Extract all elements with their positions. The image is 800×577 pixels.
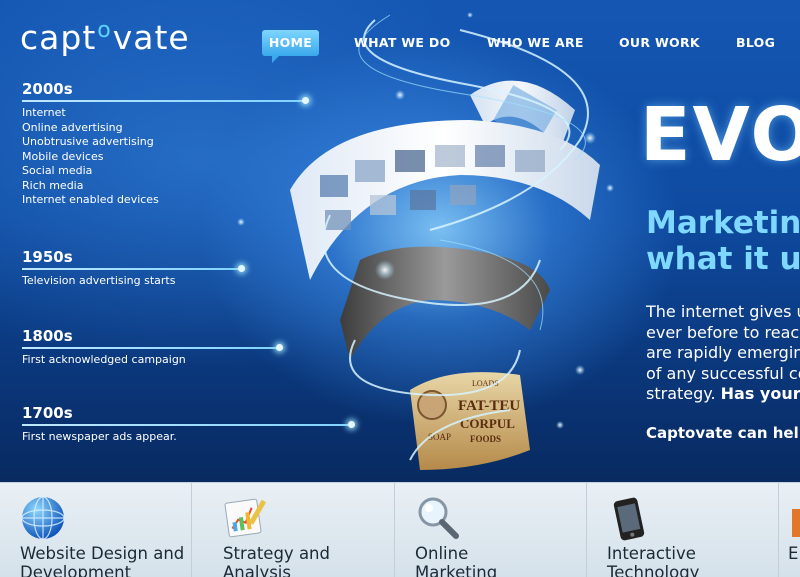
era-dot <box>302 97 309 104</box>
logo-text-o: o <box>97 18 112 43</box>
tagline-line: Marketing <box>646 205 800 241</box>
service-interactive-technology[interactable]: Interactive Technology <box>587 483 779 577</box>
body-line: The internet gives u <box>646 302 800 321</box>
era-dot <box>238 265 245 272</box>
era-line <box>22 100 304 102</box>
service-label: Online Marketing <box>415 544 497 577</box>
service-label-line: Technology <box>607 563 700 577</box>
nav-our-work[interactable]: OUR WORK <box>619 30 700 56</box>
service-partial[interactable]: E <box>779 483 800 577</box>
era-line <box>22 424 350 426</box>
nav-home[interactable]: HOME <box>262 30 319 63</box>
era-caption: Television advertising starts <box>22 274 176 287</box>
service-label-line: Interactive <box>607 544 696 563</box>
service-label-line: Online <box>415 544 469 563</box>
era-line <box>22 268 240 270</box>
sparkle <box>237 218 245 226</box>
sparkle <box>556 421 564 429</box>
era-year: 1950s <box>22 248 73 266</box>
body-line: strategy. Has your r <box>646 384 800 405</box>
era-item: Social media <box>22 164 93 177</box>
era-year: 1700s <box>22 404 73 422</box>
magnifier-icon <box>418 497 459 539</box>
service-label: E <box>788 544 798 563</box>
service-label: Interactive Technology <box>607 544 699 577</box>
era-item: Unobtrusive advertising <box>22 135 154 148</box>
sparkle <box>575 365 585 375</box>
era-item: Mobile devices <box>22 149 104 163</box>
hero-headline: EVOL <box>640 92 800 178</box>
service-strategy[interactable]: Strategy and Analysis <box>203 483 395 577</box>
nav-who-we-are[interactable]: WHO WE ARE <box>487 30 584 56</box>
era-caption: First acknowledged campaign <box>22 353 186 366</box>
service-label: Strategy and Analysis <box>223 544 330 577</box>
globe-icon <box>21 496 65 540</box>
ribbon-newspaper <box>340 246 550 360</box>
timeline-era-1950s: 1950s Television advertising starts <box>22 248 245 287</box>
body-line-text: strategy. <box>646 384 721 403</box>
timeline-era-1800s: 1800s First acknowledged campaign <box>22 327 283 366</box>
phone-icon <box>613 497 645 541</box>
sparkle <box>467 12 473 18</box>
era-year: 2000s <box>22 80 73 98</box>
era-item: Internet enabled devices <box>22 193 159 206</box>
service-label-line: E <box>788 544 799 563</box>
services-strip: Website Design and Development Strategy … <box>0 482 800 577</box>
logo-text-end: vate <box>112 18 190 57</box>
service-label-line: Marketing <box>415 563 498 577</box>
sparkle <box>606 184 614 192</box>
nav-what-we-do[interactable]: WHAT WE DO <box>354 30 451 56</box>
service-label-line: Website Design and <box>20 544 185 563</box>
body-line: of any successful co <box>646 363 800 383</box>
era-item-list: Internet Online advertising Unobtrusive … <box>22 106 159 208</box>
era-caption: First newspaper ads appear. <box>22 430 177 443</box>
service-label: Website Design and Development <box>20 544 184 577</box>
timeline-era-1700s: 1700s First newspaper ads appear. <box>22 404 355 443</box>
sparkle <box>584 132 596 144</box>
logo-text-start: capt <box>20 18 97 57</box>
hero-cta[interactable]: Captovate can help <box>646 424 800 442</box>
nav-blog[interactable]: BLOG <box>736 30 775 56</box>
body-line-bold[interactable]: Has your r <box>721 384 800 403</box>
era-dot <box>276 344 283 351</box>
sparkle <box>375 260 395 280</box>
era-item: Rich media <box>22 178 84 192</box>
hero-body: The internet gives u ever before to reac… <box>646 302 800 405</box>
service-label-line: Analysis <box>223 563 291 577</box>
partial-icon <box>792 509 800 537</box>
era-item: Internet <box>22 106 66 119</box>
tagline-line: what it us <box>646 241 800 277</box>
hero-tagline: Marketing what it us <box>646 205 800 277</box>
swirl-lines <box>322 19 589 461</box>
sparkle <box>395 90 405 100</box>
service-online-marketing[interactable]: Online Marketing <box>395 483 587 577</box>
body-line: are rapidly emergin <box>646 343 800 362</box>
hero-banner: FAT-TEU CORPUL FOODS LOADS SOAP captovat… <box>0 0 800 482</box>
body-line: ever before to reach <box>646 322 800 342</box>
era-item: Online advertising <box>22 120 123 134</box>
era-line <box>22 347 278 349</box>
service-label-line: Strategy and <box>223 544 330 563</box>
ad-text-foods: FOODS <box>470 434 501 444</box>
captovate-logo[interactable]: captovate <box>20 18 190 57</box>
service-website-design[interactable]: Website Design and Development <box>0 483 192 577</box>
chart-icon <box>224 498 267 538</box>
service-label-line: Development <box>20 563 132 577</box>
ad-text-soap: SOAP <box>428 432 451 442</box>
timeline-era-2000s: 2000s Internet Online advertising Unobtr… <box>22 80 309 206</box>
era-dot <box>348 421 355 428</box>
ad-text-fat: FAT-TEU <box>458 398 520 414</box>
era-year: 1800s <box>22 327 73 345</box>
